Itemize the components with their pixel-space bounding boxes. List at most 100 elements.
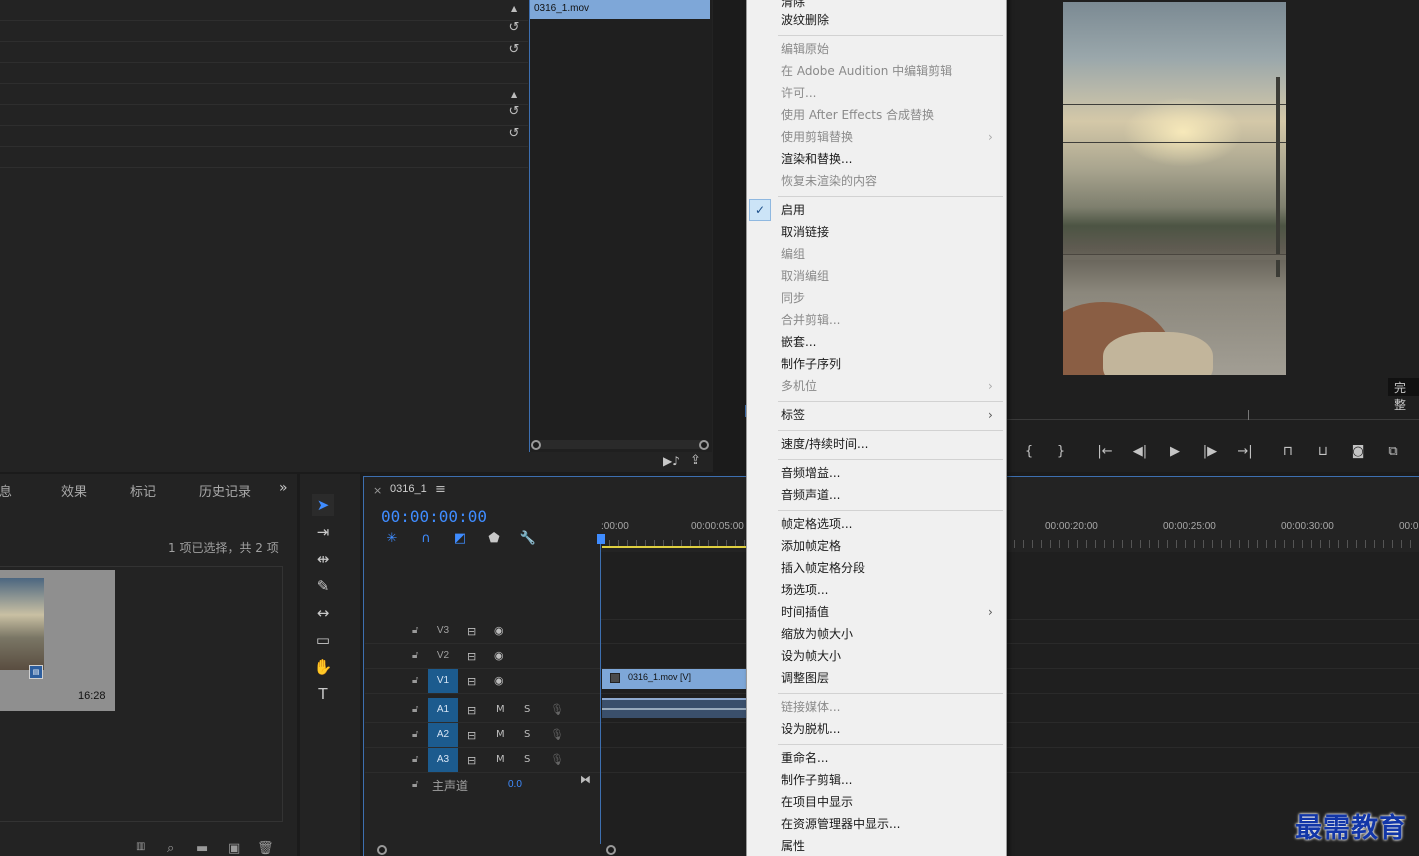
- sync-lock-icon[interactable]: ⊟: [467, 729, 476, 742]
- menu-item-replace-with-ae[interactable]: 使用 After Effects 合成替换: [781, 104, 934, 126]
- menu-item-properties[interactable]: 属性: [781, 835, 805, 856]
- reset-icon[interactable]: ↺: [506, 20, 522, 36]
- solo-button[interactable]: S: [524, 754, 530, 765]
- linked-selection-icon[interactable]: ◩: [451, 531, 469, 547]
- lock-icon[interactable]: 🔓︎: [412, 650, 418, 661]
- menu-item-ungroup[interactable]: 取消编组: [781, 265, 829, 287]
- menu-item-insert-frame-hold-segment[interactable]: 插入帧定格分段: [781, 557, 865, 579]
- scroll-handle-left[interactable]: [531, 440, 541, 450]
- track-header-v2[interactable]: [365, 644, 600, 669]
- automate-icon[interactable]: ▥: [136, 841, 145, 852]
- menu-item-link-media[interactable]: 链接媒体...: [781, 696, 840, 718]
- monitor-ruler[interactable]: [1006, 406, 1419, 420]
- timeline-scroll-handle-right[interactable]: [606, 845, 616, 855]
- sync-lock-icon[interactable]: ⊟: [467, 625, 476, 638]
- menu-item-audio-channels[interactable]: 音频声道...: [781, 484, 840, 506]
- track-label-a3[interactable]: A3: [428, 748, 458, 772]
- track-label-v2[interactable]: V2: [428, 644, 458, 668]
- lock-icon[interactable]: 🔓︎: [412, 625, 418, 636]
- trash-icon[interactable]: 🗑: [257, 841, 274, 856]
- timeline-scroll-handle-left[interactable]: [377, 845, 387, 855]
- go-to-in-icon[interactable]: |←: [1094, 443, 1116, 461]
- close-icon[interactable]: ×: [373, 484, 382, 497]
- lock-icon[interactable]: 🔓︎: [412, 779, 418, 790]
- effect-timeline[interactable]: [529, 0, 712, 452]
- rectangle-tool-icon[interactable]: ▭: [312, 629, 334, 651]
- tab-effects[interactable]: 效果: [61, 481, 87, 500]
- menu-item-group[interactable]: 编组: [781, 243, 805, 265]
- solo-button[interactable]: S: [524, 704, 530, 715]
- tab-history[interactable]: 历史记录: [199, 481, 251, 500]
- reset-icon[interactable]: ↺: [506, 126, 522, 142]
- razor-tool-icon[interactable]: ✎: [312, 575, 334, 597]
- menu-item-enable[interactable]: 启用: [781, 199, 805, 221]
- export-icon[interactable]: ⇪: [690, 453, 701, 468]
- track-label-a2[interactable]: A2: [428, 723, 458, 747]
- eye-icon[interactable]: ◉: [494, 624, 504, 637]
- track-label-v1[interactable]: V1: [428, 669, 458, 693]
- track-label-a1[interactable]: A1: [428, 698, 458, 722]
- track-select-tool-icon[interactable]: ⇥: [312, 521, 334, 543]
- track-header-v3[interactable]: [365, 619, 600, 644]
- mute-button[interactable]: M: [496, 754, 505, 765]
- effect-scrollbar[interactable]: [532, 440, 708, 449]
- solo-button[interactable]: S: [524, 729, 530, 740]
- nest-toggle-icon[interactable]: ✳: [383, 531, 401, 547]
- menu-item-adjustment-layer[interactable]: 调整图层: [781, 667, 829, 689]
- reset-icon[interactable]: ↺: [506, 104, 522, 120]
- compare-icon[interactable]: ⧉: [1382, 443, 1404, 461]
- menu-item-make-subsequence[interactable]: 制作子序列: [781, 353, 841, 375]
- menu-item-synchronize[interactable]: 同步: [781, 287, 805, 309]
- menu-item-field-options[interactable]: 场选项...: [781, 579, 828, 601]
- scroll-handle-right[interactable]: [699, 440, 709, 450]
- camera-icon[interactable]: ◙: [1347, 443, 1369, 461]
- menu-item-ripple-delete[interactable]: 波纹删除: [781, 9, 829, 31]
- track-header-a2[interactable]: [365, 723, 600, 748]
- sync-lock-icon[interactable]: ⊟: [467, 650, 476, 663]
- menu-item-label[interactable]: 标签: [781, 404, 805, 426]
- playhead-handle[interactable]: [597, 534, 605, 544]
- play-icon[interactable]: ▶: [1164, 443, 1186, 461]
- menu-item-nest[interactable]: 嵌套...: [781, 331, 816, 353]
- menu-item-edit-original[interactable]: 编辑原始: [781, 38, 829, 60]
- mic-icon[interactable]: 🎙︎: [550, 753, 564, 766]
- menu-item-reveal-in-project[interactable]: 在项目中显示: [781, 791, 853, 813]
- menu-item-reveal-in-explorer[interactable]: 在资源管理器中显示...: [781, 813, 900, 835]
- menu-item-frame-hold-options[interactable]: 帧定格选项...: [781, 513, 852, 535]
- more-tabs-icon[interactable]: »: [279, 480, 288, 496]
- sync-lock-icon[interactable]: ⊟: [467, 754, 476, 767]
- reset-icon[interactable]: ↺: [506, 42, 522, 58]
- track-header-v1[interactable]: [365, 669, 600, 694]
- menu-item-set-to-frame-size[interactable]: 设为帧大小: [781, 645, 841, 667]
- go-to-out-icon[interactable]: →|: [1234, 443, 1256, 461]
- fit-dropdown[interactable]: 完整: [1388, 378, 1419, 412]
- work-area-bar[interactable]: [602, 546, 746, 548]
- video-clip[interactable]: 0316_1.mov [V]: [602, 669, 746, 689]
- lift-icon[interactable]: ⊓: [1277, 443, 1299, 461]
- menu-item-replace-with-clip[interactable]: 使用剪辑替换: [781, 126, 853, 148]
- sync-lock-icon[interactable]: ⊟: [467, 704, 476, 717]
- eye-icon[interactable]: ◉: [494, 649, 504, 662]
- lock-icon[interactable]: 🔓︎: [412, 675, 418, 686]
- slip-tool-icon[interactable]: ↔: [312, 602, 334, 624]
- playhead-line[interactable]: [600, 534, 601, 844]
- wrench-icon[interactable]: 🔧: [519, 531, 537, 547]
- menu-item-rename[interactable]: 重命名...: [781, 747, 828, 769]
- new-item-icon[interactable]: ▣: [228, 841, 240, 856]
- timecode-display[interactable]: 00:00:00:00: [381, 507, 487, 526]
- menu-item-make-subclip[interactable]: 制作子剪辑...: [781, 769, 852, 791]
- selection-tool-icon[interactable]: ➤: [312, 494, 334, 516]
- sync-lock-icon[interactable]: ⊟: [467, 675, 476, 688]
- menu-item-scale-to-frame-size[interactable]: 缩放为帧大小: [781, 623, 853, 645]
- new-bin-icon[interactable]: ▬: [196, 841, 208, 856]
- menu-item-merge-clips[interactable]: 合并剪辑...: [781, 309, 840, 331]
- tab-markers[interactable]: 标记: [130, 481, 156, 500]
- mark-out-icon[interactable]: }: [1050, 443, 1072, 461]
- eye-icon[interactable]: ◉: [494, 674, 504, 687]
- menu-item-speed-duration[interactable]: 速度/持续时间...: [781, 433, 869, 455]
- menu-item-restore-unrendered[interactable]: 恢复未渲染的内容: [781, 170, 877, 192]
- menu-item-time-interpolation[interactable]: 时间插值: [781, 601, 829, 623]
- panel-menu-icon[interactable]: ≡: [435, 482, 446, 497]
- tab-info[interactable]: 信息: [0, 481, 12, 500]
- lock-icon[interactable]: 🔓︎: [412, 704, 418, 715]
